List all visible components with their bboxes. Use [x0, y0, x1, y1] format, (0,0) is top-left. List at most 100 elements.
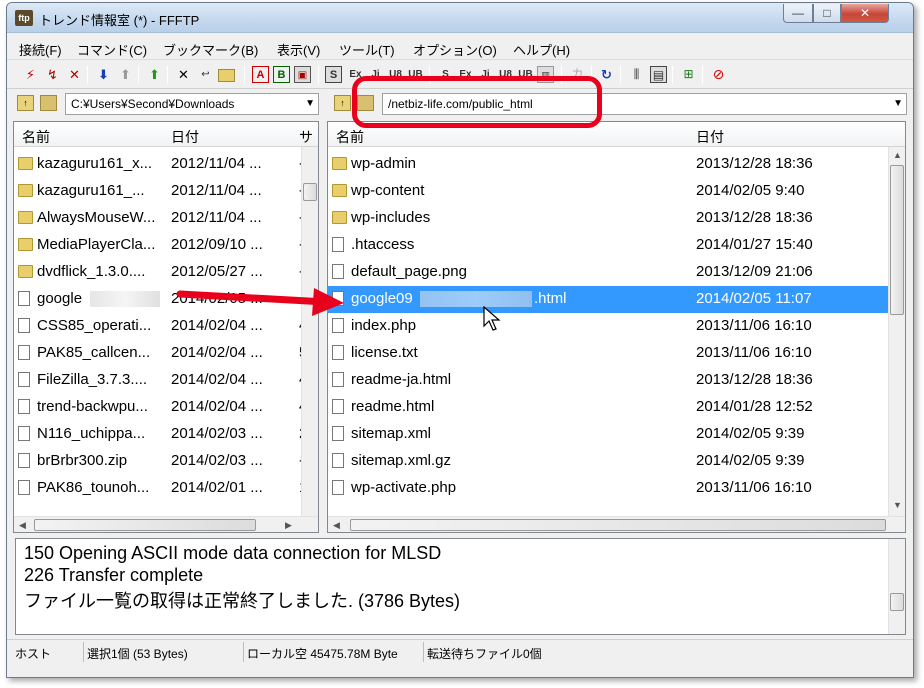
list-item[interactable]: PAK85_callcen...2014/02/04 ...5: [14, 340, 307, 367]
list-item[interactable]: AlwaysMouseW...2012/11/04 ...-: [14, 205, 304, 232]
selected-list-item[interactable]: google09 2014/02/05 11:07 .html: [328, 286, 888, 313]
maximize-button[interactable]: □: [813, 4, 841, 23]
connect-icon[interactable]: ⚡: [22, 66, 39, 83]
upload-icon[interactable]: ⬆: [117, 66, 134, 83]
column-date-header[interactable]: 日付: [696, 127, 724, 147]
column-size-header[interactable]: サ: [299, 127, 313, 147]
local-file-list[interactable]: 名前 日付 サ kazaguru161_x...2012/11/04 ...-k…: [13, 121, 319, 533]
chevron-down-icon[interactable]: ▼: [305, 94, 315, 114]
minimize-button[interactable]: —: [783, 4, 813, 23]
detail-view-icon[interactable]: ▤: [650, 66, 667, 83]
column-name-header[interactable]: 名前: [22, 127, 50, 147]
quick-connect-icon[interactable]: ↯: [44, 66, 61, 83]
list-item[interactable]: kazaguru161_...2012/11/04 ...-: [14, 178, 304, 205]
local-horizontal-scrollbar[interactable]: ◀ ▶: [14, 516, 318, 532]
scroll-thumb[interactable]: [34, 519, 256, 531]
menu-options[interactable]: オプション(O): [413, 40, 497, 59]
scroll-thumb[interactable]: [890, 165, 904, 315]
ffftp-icon: ftp: [15, 10, 33, 26]
parent-folder-icon[interactable]: ↑: [334, 95, 351, 111]
list-item[interactable]: sitemap.xml.gz 2014/02/05 9:39: [328, 448, 888, 475]
status-bar: ホスト 選択1個 (53 Bytes) ローカル空 45475.78M Byte…: [7, 639, 913, 663]
log-line: 150 Opening ASCII mode data connection f…: [24, 543, 442, 563]
ascii-mode-icon[interactable]: A: [252, 66, 269, 83]
chevron-down-icon[interactable]: ▼: [893, 94, 903, 114]
redacted-text: [90, 291, 160, 307]
scroll-down-icon[interactable]: ▼: [889, 497, 905, 514]
file-name: kazaguru161_x...: [37, 155, 153, 172]
scroll-thumb[interactable]: [890, 593, 904, 611]
toolbar-separator: [318, 66, 319, 84]
list-item[interactable]: sitemap.xml 2014/02/05 9:39: [328, 421, 888, 448]
mkdir-icon[interactable]: [218, 69, 235, 82]
list-item[interactable]: N116_uchippa...2014/02/03 ...2: [14, 421, 307, 448]
list-item[interactable]: default_page.png 2013/12/09 21:06: [328, 259, 888, 286]
list-item[interactable]: kazaguru161_x...2012/11/04 ...-: [14, 151, 304, 178]
file-name: brBrbr300.zip: [37, 452, 128, 469]
sjis-icon[interactable]: S: [325, 66, 342, 83]
column-name-header[interactable]: 名前: [336, 127, 364, 147]
open-folder-icon[interactable]: [40, 95, 57, 111]
remote-vertical-scrollbar[interactable]: ▲ ▼: [888, 147, 905, 517]
file-name: readme.html: [351, 398, 435, 415]
stop-icon[interactable]: ⊘: [710, 66, 727, 83]
list-item[interactable]: trend-backwpu...2014/02/04 ...4: [14, 394, 307, 421]
list-item[interactable]: brBrbr300.zip2014/02/03 ...-: [14, 448, 304, 475]
column-date-header[interactable]: 日付: [171, 127, 199, 147]
red-arrow-annotation: [176, 288, 344, 316]
delete-icon[interactable]: ✕: [175, 66, 192, 83]
list-item[interactable]: wp-activate.php 2013/11/06 16:10: [328, 475, 888, 502]
list-item[interactable]: index.php 2013/11/06 16:10: [328, 313, 888, 340]
download-icon[interactable]: ⬇: [95, 66, 112, 83]
file-date: 2014/02/05 11:07: [696, 290, 812, 307]
file-date: 2014/02/01 ...: [171, 479, 263, 496]
local-vertical-scrollbar[interactable]: [301, 147, 318, 517]
local-path-combo[interactable]: C:¥Users¥Second¥Downloads ▼: [65, 93, 319, 115]
scroll-thumb[interactable]: [303, 183, 317, 201]
remote-file-list[interactable]: 名前 日付 wp-admin 2013/12/28 18:36 wp-content…: [327, 121, 906, 533]
local-path-bar: ↑ C:¥Users¥Second¥Downloads ▼: [7, 91, 323, 117]
scroll-up-icon[interactable]: ▲: [889, 147, 905, 164]
list-item[interactable]: readme-ja.html 2013/12/28 18:36: [328, 367, 888, 394]
sync-icon[interactable]: ⊞: [680, 66, 697, 83]
file-date: 2013/11/06 16:10: [696, 479, 812, 496]
disconnect-icon[interactable]: ✕: [66, 66, 83, 83]
list-item[interactable]: license.txt 2013/11/06 16:10: [328, 340, 888, 367]
binary-mode-icon[interactable]: B: [273, 66, 290, 83]
menu-connect[interactable]: 接続(F): [19, 40, 62, 59]
menu-bookmark[interactable]: ブックマーク(B): [163, 40, 258, 59]
mirror-upload-icon[interactable]: ⬆: [146, 66, 163, 83]
menu-view[interactable]: 表示(V): [277, 40, 320, 59]
scroll-left-icon[interactable]: ◀: [14, 517, 31, 532]
list-item[interactable]: PAK86_tounoh...2014/02/01 ...1: [14, 475, 307, 502]
file-date: 2012/11/04 ...: [171, 155, 262, 172]
file-date: 2014/02/05 9:40: [696, 182, 805, 199]
scroll-left-icon[interactable]: ◀: [328, 517, 345, 532]
auto-mode-icon[interactable]: ▣: [294, 66, 311, 83]
list-item[interactable]: .htaccess 2014/01/27 15:40: [328, 232, 888, 259]
remote-horizontal-scrollbar[interactable]: ◀: [328, 516, 905, 532]
list-item[interactable]: wp-content 2014/02/05 9:40: [328, 178, 888, 205]
rename-icon[interactable]: ↩: [197, 66, 214, 83]
close-button[interactable]: ✕: [841, 4, 889, 23]
menu-help[interactable]: ヘルプ(H): [513, 40, 570, 59]
scroll-thumb[interactable]: [350, 519, 886, 531]
list-item[interactable]: wp-admin 2013/12/28 18:36: [328, 151, 888, 178]
refresh-icon[interactable]: ↻: [598, 66, 615, 83]
parent-folder-icon[interactable]: ↑: [17, 95, 34, 111]
file-name: sitemap.xml: [351, 425, 432, 442]
list-item[interactable]: dvdflick_1.3.0....2012/05/27 ...-: [14, 259, 304, 286]
list-item[interactable]: wp-includes 2013/12/28 18:36: [328, 205, 888, 232]
file-icon: [332, 372, 344, 387]
list-item[interactable]: MediaPlayerCla...2012/09/10 ...-: [14, 232, 304, 259]
list-item[interactable]: FileZilla_3.7.3....2014/02/04 ...4: [14, 367, 307, 394]
local-path-text: C:¥Users¥Second¥Downloads: [71, 97, 235, 111]
file-name: CSS85_operati...: [37, 317, 152, 334]
menu-tools[interactable]: ツール(T): [339, 40, 395, 59]
log-scrollbar[interactable]: [888, 539, 905, 634]
folder-icon: [18, 184, 33, 197]
scroll-right-icon[interactable]: ▶: [280, 517, 297, 532]
list-view-icon[interactable]: ⫼: [628, 66, 645, 83]
list-item[interactable]: readme.html 2014/01/28 12:52: [328, 394, 888, 421]
menu-command[interactable]: コマンド(C): [77, 40, 147, 59]
